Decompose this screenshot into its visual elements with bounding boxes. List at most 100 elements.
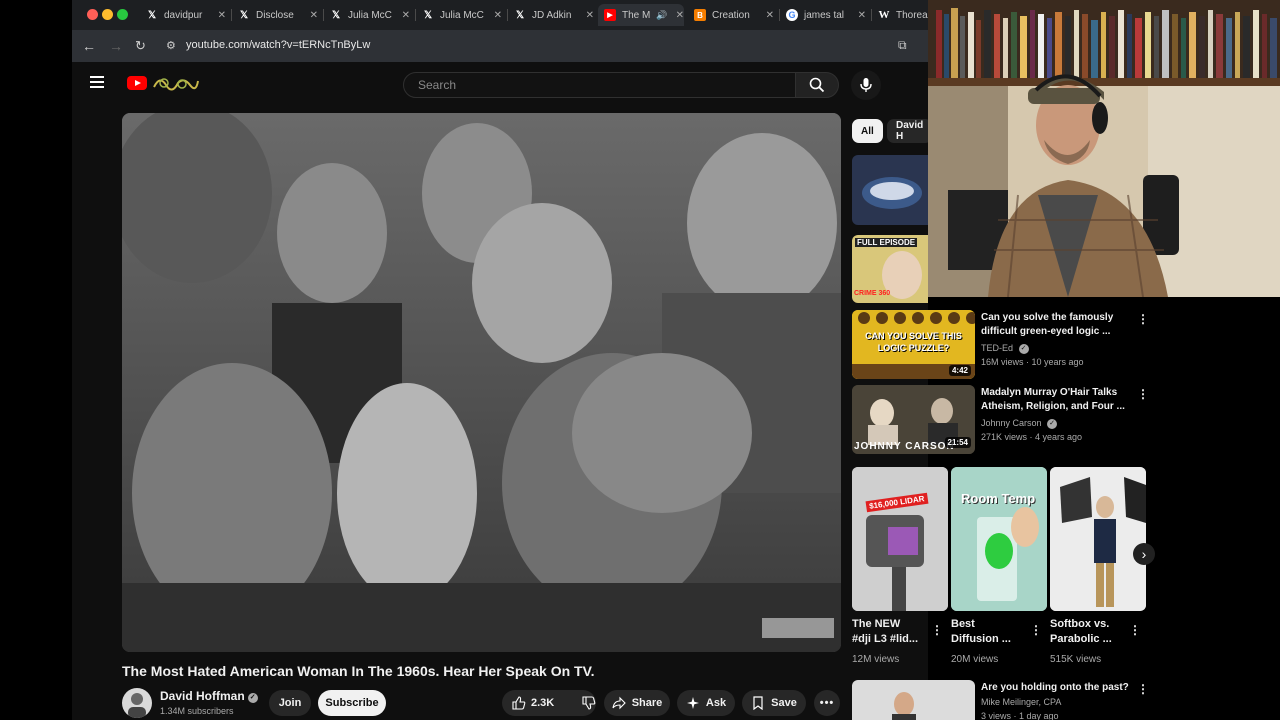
related-video-thumbnail[interactable]: FULL EPISODE CRIME 360 (852, 235, 928, 303)
related-channel[interactable]: Johnny Carson ✓ (981, 418, 1058, 429)
related-meta: 16M views · 10 years ago (981, 357, 1084, 367)
close-tab-icon[interactable]: ✕ (670, 10, 684, 21)
tab-title: JD Adkin (532, 9, 572, 21)
speaker-icon[interactable]: 🔊 (656, 10, 667, 21)
browser-tab[interactable]: 𝕏 Julia McC ✕ (330, 4, 410, 26)
browser-tab[interactable]: 𝕏 davidpur ✕ (146, 4, 226, 26)
bookmark-icon (753, 696, 763, 710)
title-line: Parabolic ... (1050, 633, 1112, 645)
x-logo-icon: 𝕏 (147, 9, 157, 21)
tab-title: Julia McC (440, 9, 484, 21)
channel-name[interactable]: David Hoffman ✓ (160, 689, 258, 703)
close-tab-icon[interactable]: ✕ (760, 10, 774, 21)
channel-name-text: David Hoffman (160, 689, 245, 703)
related-video-thumbnail[interactable]: JOHNNY CARSON 21:54 (852, 385, 975, 454)
browser-tab[interactable]: B Creation ✕ (694, 4, 774, 26)
chip-all[interactable]: All (852, 119, 883, 143)
thumbnail-image (892, 692, 916, 720)
chip-channel[interactable]: David H (887, 119, 928, 143)
close-tab-icon[interactable]: ✕ (580, 10, 594, 21)
back-arrow-icon[interactable]: ← (82, 38, 96, 54)
voice-search-button[interactable] (851, 70, 881, 100)
join-button[interactable]: Join (269, 690, 311, 716)
subscriber-count: 1.34M subscribers (160, 706, 234, 716)
related-video-thumbnail[interactable] (852, 155, 928, 225)
close-tab-icon[interactable]: ✕ (488, 10, 502, 21)
forward-arrow-icon[interactable]: → (109, 38, 123, 54)
short-views: 12M views (852, 654, 900, 665)
save-button[interactable]: Save (742, 690, 806, 716)
more-vert-icon[interactable]: ⋮ (1129, 623, 1141, 637)
tab-title: Disclose (256, 9, 294, 21)
browser-tab-active[interactable]: ▶ The M 🔊 ✕ (598, 4, 684, 26)
thumbnail-image (1050, 467, 1146, 611)
related-video-thumbnail[interactable]: CAN YOU SOLVE THIS LOGIC PUZZLE? 4:42 (852, 310, 975, 379)
browser-tab[interactable]: 𝕏 Disclose ✕ (238, 4, 318, 26)
short-title[interactable]: The NEW #dji L3 #lid... (852, 617, 918, 647)
ask-button[interactable]: Ask (677, 690, 735, 716)
browser-tab[interactable]: G james tal ✕ (786, 4, 866, 26)
close-tab-icon[interactable]: ✕ (304, 10, 318, 21)
browser-tab[interactable]: W Thorea (878, 4, 928, 26)
short-thumbnail[interactable] (1050, 467, 1146, 611)
x-logo-icon: 𝕏 (331, 9, 341, 21)
channel-avatar[interactable] (122, 688, 152, 718)
crime360-label: CRIME 360 (854, 290, 891, 297)
like-button[interactable]: 2.3K (512, 696, 554, 710)
maximize-window-button[interactable] (117, 9, 128, 20)
search-icon (809, 77, 825, 93)
site-info-icon[interactable]: ⚙ (166, 39, 176, 52)
short-thumbnail[interactable]: $16,000 LIDAR (852, 467, 948, 611)
title-line: #dji L3 #lid... (852, 633, 919, 645)
subscribe-button[interactable]: Subscribe (318, 690, 386, 716)
related-channel[interactable]: Mike Meilinger, CPA (981, 697, 1061, 707)
like-count: 2.3K (531, 697, 555, 709)
video-player[interactable] (122, 113, 841, 652)
related-video-title[interactable]: Madalyn Murray O'Hair Talks Atheism, Rel… (981, 386, 1125, 414)
related-video-title[interactable]: Are you holding onto the past? (981, 681, 1129, 695)
wikipedia-logo-icon: W (878, 9, 890, 21)
search-button[interactable] (795, 72, 839, 98)
title-line: Diffusion ... (951, 633, 1011, 645)
share-button[interactable]: Share (604, 690, 670, 716)
short-thumbnail[interactable]: Room Temp (951, 467, 1047, 611)
more-horizontal-icon: ••• (819, 697, 835, 709)
short-title[interactable]: Softbox vs. Parabolic ... (1050, 617, 1112, 647)
reload-icon[interactable]: ↻ (135, 38, 146, 54)
close-tab-icon[interactable]: ✕ (396, 10, 410, 21)
related-channel[interactable]: TED-Ed ✓ (981, 343, 1029, 354)
url-field[interactable]: youtube.com/watch?v=tERNcTnByLw (186, 39, 370, 51)
search-input[interactable] (404, 73, 795, 97)
video-duration: 4:42 (948, 365, 971, 376)
minimize-window-button[interactable] (102, 9, 113, 20)
more-vert-icon[interactable]: ⋮ (931, 623, 943, 637)
more-vert-icon[interactable]: ⋮ (1137, 387, 1149, 401)
more-actions-button[interactable]: ••• (814, 690, 840, 716)
more-vert-icon[interactable]: ⋮ (1137, 312, 1149, 326)
webcam-image (928, 0, 1280, 297)
webcam-overlay (928, 0, 1280, 297)
cast-icon[interactable]: ⧉ (898, 38, 907, 53)
dislike-button[interactable] (582, 696, 596, 710)
browser-tab[interactable]: 𝕏 JD Adkin ✕ (514, 4, 594, 26)
screen: 𝕏 davidpur ✕ 𝕏 Disclose ✕ 𝕏 Julia McC ✕ … (0, 0, 1280, 720)
close-window-button[interactable] (87, 9, 98, 20)
short-title[interactable]: Best Diffusion ... (951, 617, 1011, 647)
close-tab-icon[interactable]: ✕ (852, 10, 866, 21)
youtube-doodle-icon[interactable] (152, 73, 200, 93)
related-video-title[interactable]: Can you solve the famously difficult gre… (981, 311, 1113, 339)
share-icon (612, 696, 626, 710)
tab-title: Julia McC (348, 9, 392, 21)
youtube-logo-icon[interactable] (127, 76, 147, 90)
search-box (403, 72, 796, 98)
chip-label: All (861, 125, 874, 137)
more-vert-icon[interactable]: ⋮ (1137, 682, 1149, 696)
chip-label: David H (896, 120, 924, 142)
related-video-thumbnail[interactable] (852, 680, 975, 720)
shorts-next-button[interactable]: › (1133, 543, 1155, 565)
more-vert-icon[interactable]: ⋮ (1030, 623, 1042, 637)
like-dislike-group: 2.3K (502, 690, 596, 716)
browser-tab[interactable]: 𝕏 Julia McC ✕ (422, 4, 502, 26)
menu-icon[interactable] (90, 76, 104, 88)
close-tab-icon[interactable]: ✕ (212, 10, 226, 21)
